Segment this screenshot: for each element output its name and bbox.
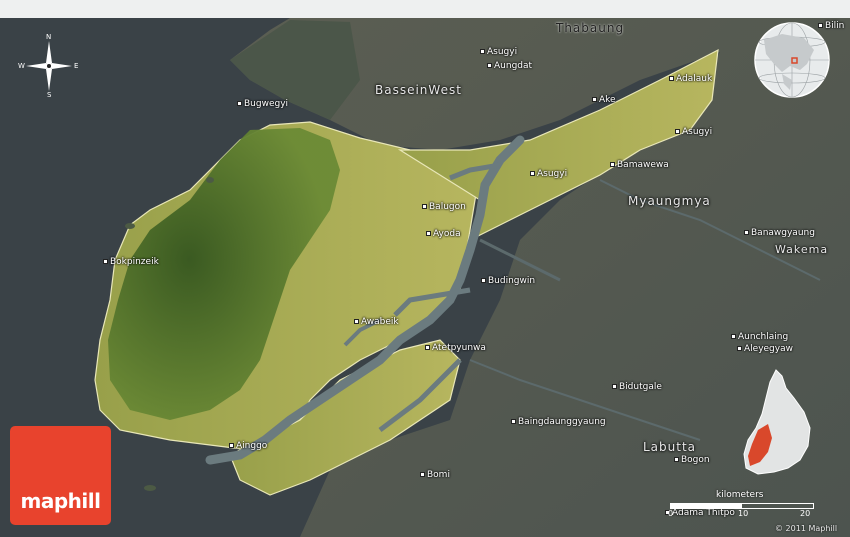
region-label-myaungmya: Myaungmya: [628, 194, 711, 208]
place-label-ainggo: Ainggo: [229, 442, 267, 451]
place-label-bogon: Bogon: [674, 456, 710, 465]
place-label-aungdat: Aungdat: [487, 62, 532, 71]
place-label-atetpyunwa: Atetpyunwa: [425, 344, 486, 353]
compass-south-label: S: [47, 91, 52, 99]
region-locator-icon: [738, 368, 820, 478]
place-label-bidutgale: Bidutgale: [612, 383, 662, 392]
top-band: [0, 0, 850, 18]
island: [144, 485, 156, 491]
region-label-thabaung: Thabaung: [556, 21, 625, 35]
place-label-bomi: Bomi: [420, 471, 450, 480]
place-label-budingwin: Budingwin: [481, 277, 535, 286]
place-label-ayoda: Ayoda: [426, 230, 461, 239]
compass-west-label: W: [18, 62, 25, 70]
locator-globe-icon: [752, 20, 832, 100]
place-label-ake: Ake: [592, 96, 616, 105]
place-label-asugyi-n: Asugyi: [480, 48, 517, 57]
scale-bar: kilometers 0 10 20: [668, 490, 818, 520]
compass-rose-icon: N S E W: [18, 33, 80, 99]
island: [206, 177, 214, 183]
place-label-bamawewa: Bamawewa: [610, 161, 669, 170]
terrain-layer: [0, 0, 850, 537]
compass-north-label: N: [46, 33, 52, 41]
place-label-bokpinzeik: Bokpinzeik: [103, 258, 159, 267]
place-label-awabeik: Awabeik: [354, 318, 399, 327]
place-label-aleyegyaw: Aleyegyaw: [737, 345, 793, 354]
scale-tick-20: 20: [800, 509, 811, 518]
region-label-labutta: Labutta: [643, 440, 697, 454]
compass-east-label: E: [74, 62, 79, 70]
place-label-asugyi-e: Asugyi: [675, 128, 712, 137]
place-label-aunchlaing: Aunchlaing: [731, 333, 788, 342]
scale-title: kilometers: [716, 490, 764, 500]
scale-tick-0: 0: [668, 509, 674, 518]
place-label-baingdaunggyaung: Baingdaunggyaung: [511, 418, 606, 427]
place-label-asugyi-c: Asugyi: [530, 170, 567, 179]
scale-tick-10: 10: [738, 509, 749, 518]
place-label-adalauk: Adalauk: [669, 75, 712, 84]
place-label-wakema: Wakema: [775, 243, 829, 256]
place-label-balugon: Balugon: [422, 203, 466, 212]
copyright-notice: © 2011 Maphill: [775, 524, 838, 533]
logo-text: maphill: [20, 489, 101, 513]
map-canvas[interactable]: Thabaung BasseinWest Myaungmya Labutta B…: [0, 0, 850, 537]
place-label-bugwegyi: Bugwegyi: [237, 100, 288, 109]
maphill-logo[interactable]: maphill: [10, 426, 111, 525]
place-label-banawgyaung: Banawgyaung: [744, 229, 815, 238]
island: [125, 223, 135, 229]
region-label-bassein-west: BasseinWest: [375, 83, 462, 97]
